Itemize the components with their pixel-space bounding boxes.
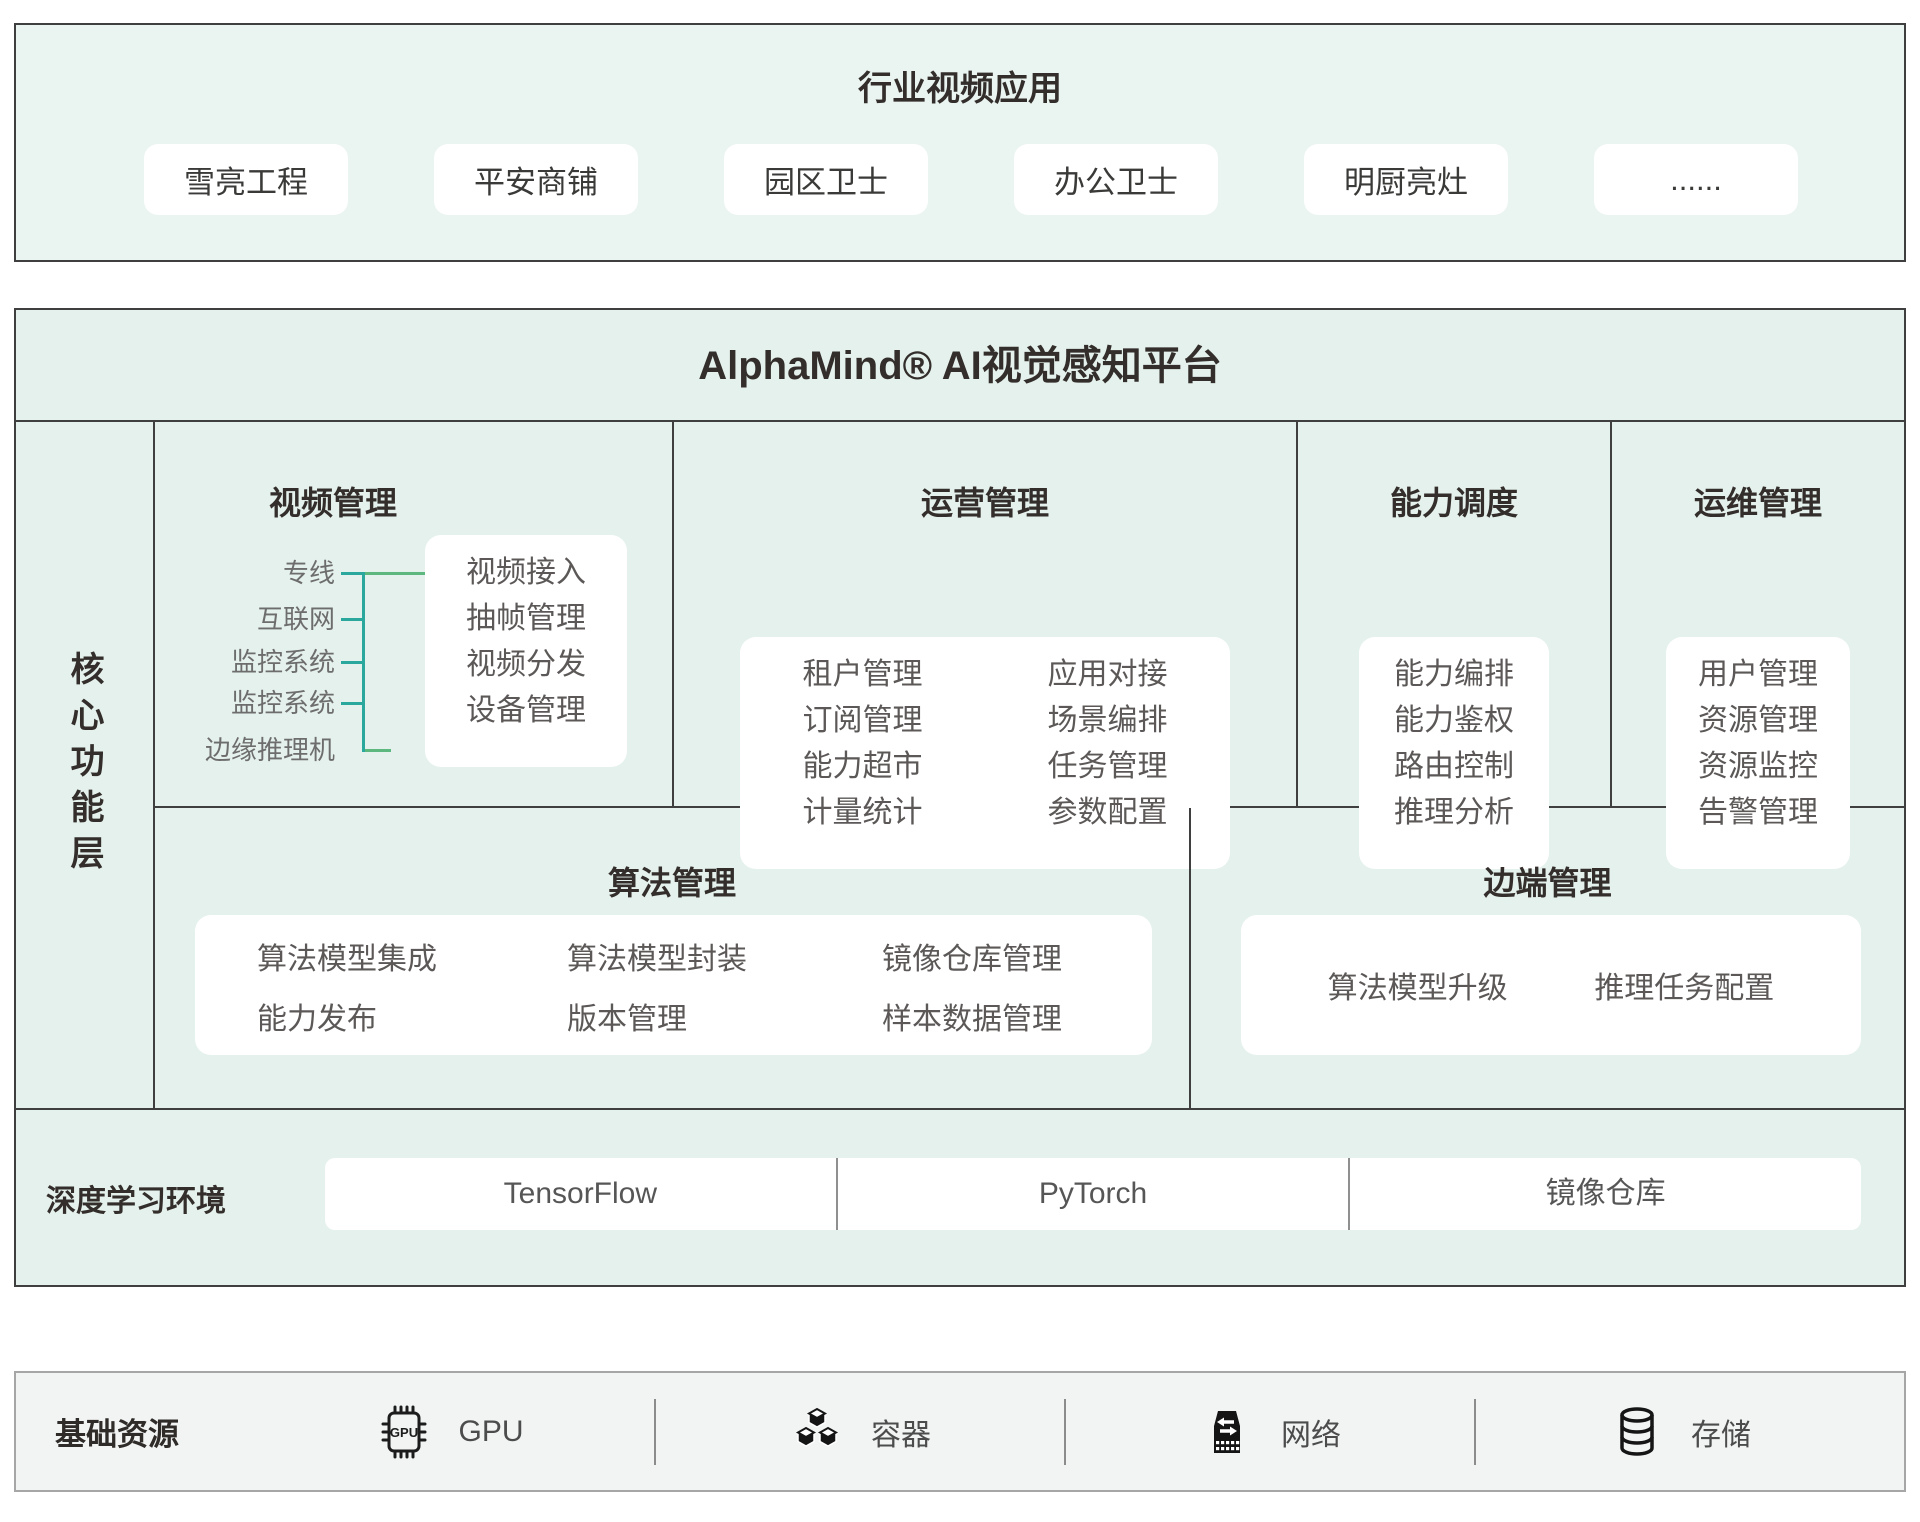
card-item: 能力鉴权 — [1359, 698, 1549, 744]
section-edge-management: 边端管理 算法模型升级 推理任务配置 — [1191, 808, 1904, 1110]
card-item: 租户管理 — [803, 652, 923, 698]
infra-group-network: 网络 — [1066, 1404, 1474, 1460]
card-item: 能力超市 — [803, 744, 923, 790]
video-source-label: 监控系统 — [155, 647, 335, 677]
card-item: 视频接入 — [425, 550, 627, 596]
platform-title: AlphaMind® AI视觉感知平台 — [16, 310, 1904, 422]
card-item: 资源管理 — [1666, 698, 1850, 744]
algorithm-management-card: 算法模型集成 算法模型封装 镜像仓库管理 能力发布 版本管理 样本数据管理 — [195, 915, 1152, 1055]
storage-icon — [1609, 1404, 1665, 1460]
card-item: 用户管理 — [1666, 652, 1850, 698]
section-video-management: 视频管理 专线 互联网 监控系统 监控系统 边缘推理机 — [155, 422, 674, 806]
dl-env-item: 镜像仓库 — [1348, 1158, 1861, 1230]
card-item: 镜像仓库管理 — [882, 935, 1152, 995]
connector-line — [365, 572, 425, 575]
core-layer-sidebar: 核心功能层 — [16, 422, 155, 1110]
card-item: 订阅管理 — [803, 698, 923, 744]
core-row-2: 算法管理 算法模型集成 算法模型封装 镜像仓库管理 能力发布 版本管理 样本数据… — [155, 808, 1904, 1110]
video-source-label: 监控系统 — [155, 688, 335, 718]
card-item: 算法模型封装 — [567, 935, 882, 995]
section-title: 算法管理 — [155, 808, 1189, 904]
card-item: 能力编排 — [1359, 652, 1549, 698]
card-item: 设备管理 — [425, 688, 627, 734]
infra-groups: GPU GPU — [246, 1373, 1884, 1490]
section-title: 边端管理 — [1191, 808, 1904, 904]
infra-group-container: 容器 — [656, 1404, 1064, 1460]
video-management-card: 视频接入 抽帧管理 视频分发 设备管理 — [425, 535, 627, 767]
section-title: 运营管理 — [674, 422, 1296, 524]
video-source-label: 边缘推理机 — [155, 735, 335, 765]
card-item: 能力发布 — [257, 995, 567, 1055]
section-capability-scheduling: 能力调度 能力编排 能力鉴权 路由控制 推理分析 — [1298, 422, 1612, 806]
card-item: 应用对接 — [1048, 652, 1168, 698]
core-layer-label: 核心功能层 — [60, 651, 109, 881]
card-item: 算法模型升级 — [1328, 963, 1508, 1007]
card-item: 样本数据管理 — [882, 995, 1152, 1055]
platform-panel: AlphaMind® AI视觉感知平台 核心功能层 视频管理 专线 互联网 监控… — [14, 308, 1906, 1287]
industry-apps-list: 雪亮工程 平安商铺 园区卫士 办公卫士 明厨亮灶 ...... — [144, 144, 1798, 215]
core-main: 视频管理 专线 互联网 监控系统 监控系统 边缘推理机 — [155, 422, 1904, 1110]
card-item: 任务管理 — [1048, 744, 1168, 790]
network-icon — [1199, 1404, 1255, 1460]
connector-line — [341, 702, 365, 705]
app-chip: 明厨亮灶 — [1304, 144, 1508, 215]
card-item: 资源监控 — [1666, 744, 1850, 790]
section-operation-management: 运营管理 租户管理 订阅管理 能力超市 计量统计 应用对接 场景编排 — [674, 422, 1298, 806]
edge-management-card: 算法模型升级 推理任务配置 — [1241, 915, 1861, 1055]
connector-line — [341, 661, 365, 664]
section-title: 视频管理 — [155, 422, 672, 524]
card-item: 场景编排 — [1048, 698, 1168, 744]
dl-env-item: PyTorch — [836, 1158, 1349, 1230]
card-item: 推理任务配置 — [1594, 963, 1774, 1007]
infra-group-gpu: GPU GPU — [246, 1404, 654, 1460]
app-chip: 办公卫士 — [1014, 144, 1218, 215]
connector-line — [365, 749, 391, 752]
infra-group-storage: 存储 — [1476, 1404, 1884, 1460]
infra-item-label: GPU — [458, 1415, 523, 1449]
section-title: 运维管理 — [1612, 422, 1904, 524]
app-chip: 雪亮工程 — [144, 144, 348, 215]
section-algorithm-management: 算法管理 算法模型集成 算法模型封装 镜像仓库管理 能力发布 版本管理 样本数据… — [155, 808, 1191, 1110]
card-item: 抽帧管理 — [425, 596, 627, 642]
gpu-icon: GPU — [376, 1404, 432, 1460]
svg-text:GPU: GPU — [390, 1425, 418, 1440]
container-icon — [789, 1404, 845, 1460]
connector-line — [341, 618, 365, 621]
dl-env-item: TensorFlow — [325, 1158, 836, 1230]
deep-learning-env-bar: TensorFlow PyTorch 镜像仓库 — [325, 1158, 1861, 1230]
infra-item-label: 容器 — [871, 1410, 931, 1454]
card-item: 算法模型集成 — [257, 935, 567, 995]
card-item: 版本管理 — [567, 995, 882, 1055]
section-title: 能力调度 — [1298, 422, 1610, 524]
video-source-label: 专线 — [155, 558, 335, 588]
app-chip-more: ...... — [1594, 144, 1798, 215]
deep-learning-env-strip: 深度学习环境 TensorFlow PyTorch 镜像仓库 — [16, 1108, 1904, 1285]
infra-label: 基础资源 — [55, 1373, 179, 1490]
connector-line — [341, 572, 365, 575]
infra-item-label: 存储 — [1691, 1410, 1751, 1454]
card-item: 路由控制 — [1359, 744, 1549, 790]
core-function-layer: 核心功能层 视频管理 专线 互联网 监控系统 监控系统 边缘推理机 — [16, 422, 1904, 1110]
infra-item-label: 网络 — [1281, 1410, 1341, 1454]
app-chip: 园区卫士 — [724, 144, 928, 215]
industry-apps-title: 行业视频应用 — [16, 25, 1904, 110]
section-om-management: 运维管理 用户管理 资源管理 资源监控 告警管理 — [1612, 422, 1904, 806]
core-row-1: 视频管理 专线 互联网 监控系统 监控系统 边缘推理机 — [155, 422, 1904, 808]
app-chip: 平安商铺 — [434, 144, 638, 215]
video-source-label: 互联网 — [155, 604, 335, 634]
architecture-diagram: 行业视频应用 雪亮工程 平安商铺 园区卫士 办公卫士 明厨亮灶 ...... A… — [0, 0, 1920, 1522]
deep-learning-env-label: 深度学习环境 — [46, 1110, 226, 1285]
infra-panel: 基础资源 GPU — [14, 1371, 1906, 1492]
industry-apps-panel: 行业视频应用 雪亮工程 平安商铺 园区卫士 办公卫士 明厨亮灶 ...... — [14, 23, 1906, 262]
card-item: 视频分发 — [425, 642, 627, 688]
